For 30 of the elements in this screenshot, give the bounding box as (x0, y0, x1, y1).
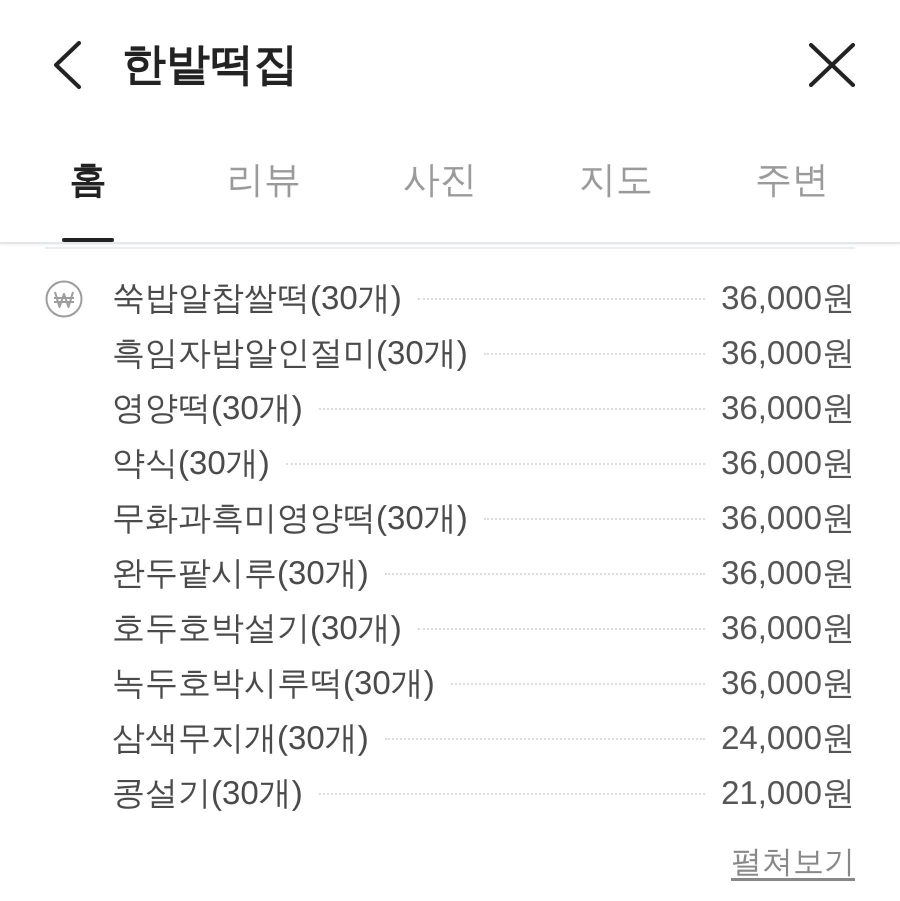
tab[interactable]: 홈 (0, 130, 176, 242)
menu-item-name: 영양떡(30개) (112, 388, 303, 428)
menu-item-price: 36,000원 (721, 608, 855, 648)
store-title: 한밭떡집 (122, 43, 298, 87)
back-icon[interactable] (52, 41, 82, 89)
menu-item-price: 36,000원 (721, 333, 855, 373)
tab[interactable]: 리뷰 (176, 130, 352, 242)
menu-item-name: 쑥밥알찹쌀떡(30개) (112, 278, 402, 318)
menu-item-name: 흑임자밥알인절미(30개) (112, 333, 468, 373)
menu-item-name: 무화과흑미영양떡(30개) (112, 498, 468, 538)
tab[interactable]: 사진 (352, 130, 528, 242)
menu-item-name: 콩설기(30개) (112, 773, 303, 813)
menu-item-name: 약식(30개) (112, 443, 270, 483)
menu-item-name: 호두호박설기(30개) (112, 608, 402, 648)
won-icon (45, 280, 83, 318)
menu-item-price: 36,000원 (721, 553, 855, 593)
menu-item-price: 24,000원 (721, 718, 855, 758)
close-icon[interactable] (809, 43, 855, 87)
menu-item-name: 삼색무지개(30개) (112, 718, 369, 758)
menu-item-name: 녹두호박시루떡(30개) (112, 663, 435, 703)
menu-item-price: 36,000원 (721, 498, 855, 538)
expand-link[interactable]: 펼쳐보기 (731, 841, 855, 883)
menu-item-price: 36,000원 (721, 443, 855, 483)
tab[interactable]: 지도 (528, 130, 704, 242)
menu-item-price: 21,000원 (721, 773, 855, 813)
menu-item-name: 완두팥시루(30개) (112, 553, 369, 593)
menu-item-price: 36,000원 (721, 663, 855, 703)
tab[interactable]: 주변 (704, 130, 880, 242)
menu-item-price: 36,000원 (721, 278, 855, 318)
menu-item-price: 36,000원 (721, 388, 855, 428)
